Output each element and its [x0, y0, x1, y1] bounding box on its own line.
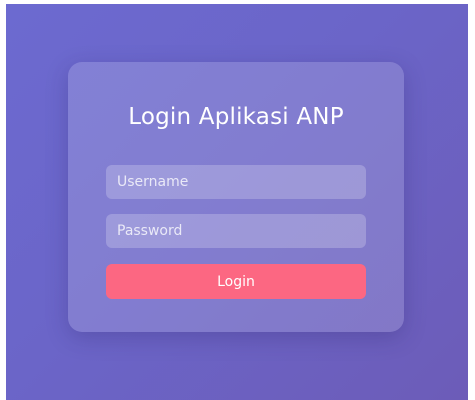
login-title: Login Aplikasi ANP [128, 104, 344, 130]
login-button[interactable]: Login [106, 264, 366, 299]
password-input[interactable] [106, 214, 366, 248]
login-card: Login Aplikasi ANP Login [68, 62, 404, 332]
username-input[interactable] [106, 165, 366, 199]
page-background: Login Aplikasi ANP Login [6, 4, 468, 400]
